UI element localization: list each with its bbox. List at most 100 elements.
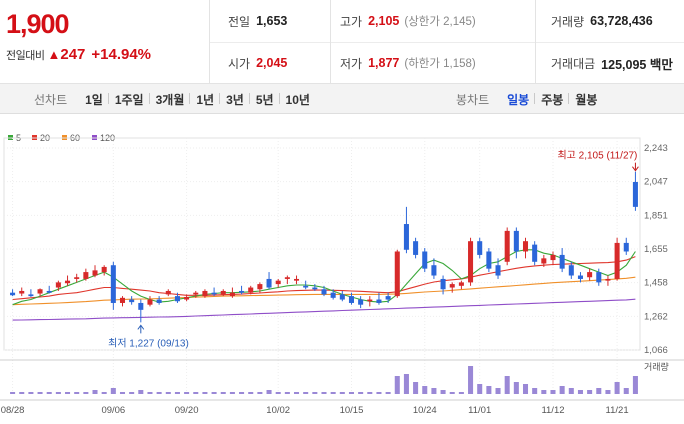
volume-bar: [367, 392, 373, 394]
volume-bar: [495, 388, 501, 394]
period-1d[interactable]: 1일: [79, 91, 109, 108]
candle-body: [119, 297, 126, 303]
candle-body: [147, 299, 153, 305]
candle-body: [541, 258, 547, 264]
x-tick-label: 09/20: [175, 405, 199, 416]
candle-body: [19, 290, 25, 294]
volume-bar: [431, 388, 437, 394]
period-5y[interactable]: 5년: [248, 91, 280, 108]
candle-body: [614, 242, 620, 279]
y-tick-label: 1,066: [644, 345, 668, 356]
col-divider: [535, 0, 536, 84]
period-3y[interactable]: 3년: [219, 91, 250, 108]
candle-body: [312, 287, 318, 290]
candle-body: [358, 299, 364, 305]
volume-bar: [74, 392, 80, 394]
candle-body: [367, 299, 373, 302]
stat-amount: 거래대금 125,095 백만: [551, 56, 673, 72]
volume-bar: [348, 392, 354, 394]
candle-chart-label: 봉차트: [456, 92, 490, 107]
volume-bar: [37, 392, 43, 394]
period-10y[interactable]: 10년: [278, 91, 316, 108]
period-1w[interactable]: 1주일: [107, 91, 150, 108]
candle-body: [587, 272, 593, 278]
up-arrow-icon: ▲: [47, 47, 61, 62]
candle-weekly[interactable]: 주봉: [534, 91, 569, 108]
volume-bar: [65, 392, 71, 394]
y-tick-label: 1,262: [644, 311, 668, 322]
candle-body: [202, 290, 208, 297]
candle-body: [321, 289, 327, 295]
annotations: 최고 2,105 (11/27) 최저 1,227 (09/13): [108, 150, 639, 349]
stat-low: 저가 1,877 (하한가 1,158): [340, 56, 476, 71]
candle-body: [440, 278, 446, 290]
candle-body: [284, 277, 290, 279]
line-chart-label: 선차트: [34, 92, 68, 107]
candle-body: [239, 290, 245, 293]
volume-bar: [385, 392, 391, 394]
candle-body: [568, 265, 574, 276]
candle-body: [449, 284, 455, 288]
current-price: 1,900: [6, 9, 70, 39]
candle-body: [28, 294, 34, 297]
volume-bar: [101, 392, 107, 394]
volume-bar: [422, 386, 428, 394]
candle-body: [431, 265, 437, 276]
candle-body: [522, 241, 529, 252]
candle-body: [339, 294, 345, 300]
volume-bar: [468, 366, 474, 394]
volume-bar: [312, 392, 318, 394]
volume-bar: [284, 392, 290, 394]
candle-body: [532, 244, 538, 262]
candle-body: [83, 272, 89, 279]
candle-monthly[interactable]: 월봉: [568, 91, 603, 108]
candle-body: [294, 278, 300, 281]
candle-body: [156, 299, 162, 303]
volume-bar: [440, 390, 446, 394]
candle-body: [92, 270, 98, 276]
y-tick-label: 2,243: [644, 143, 668, 154]
volume-bar: [587, 390, 593, 394]
volume-bar: [449, 392, 455, 394]
period-3m[interactable]: 3개월: [148, 91, 191, 108]
candle-body: [413, 241, 419, 255]
volume-bar: [28, 392, 34, 394]
volume-bar: [358, 392, 364, 394]
candle-body: [46, 290, 52, 293]
volume-bar: [339, 392, 345, 394]
candle-body: [193, 292, 199, 295]
candle-body: [138, 302, 144, 310]
candle-body: [577, 275, 583, 279]
candle-body: [220, 290, 226, 295]
volume-bar: [513, 382, 519, 394]
chart-toolbar: 선차트 1일 1주일 3개월 1년 3년 5년 10년 봉차트 일봉 주봉 월봉: [0, 84, 684, 114]
volume-bar: [55, 392, 61, 394]
volume-bar: [266, 390, 272, 394]
volume-bar: [413, 382, 419, 394]
volume-bar: [193, 392, 199, 394]
candle-daily[interactable]: 일봉: [501, 91, 535, 108]
ma5-line: [12, 249, 636, 306]
price-change: 전일대비 ▲ 247 +14.94%: [6, 46, 151, 63]
volume-bar: [211, 392, 217, 394]
candle-body: [10, 292, 16, 296]
candle-body: [275, 280, 281, 285]
stat-high: 고가 2,105 (상한가 2,145): [340, 14, 476, 29]
candle-body: [55, 282, 61, 288]
candle-body: [559, 254, 565, 269]
candle-body: [257, 284, 263, 290]
volume-bar: [174, 392, 180, 394]
volume-bar: [577, 390, 583, 394]
candle-body: [596, 272, 602, 283]
volume-bar: [541, 390, 547, 394]
change-amount: 247: [60, 46, 86, 63]
x-tick-label: 11/21: [606, 405, 629, 416]
candle-body: [458, 282, 464, 286]
volume-bar: [394, 376, 400, 394]
volume-bars: 거래량: [10, 361, 669, 394]
volume-bar: [147, 392, 153, 394]
candle-body: [422, 251, 428, 269]
period-1y[interactable]: 1년: [189, 91, 220, 108]
candle-body: [110, 265, 116, 303]
candle-body: [385, 296, 391, 300]
